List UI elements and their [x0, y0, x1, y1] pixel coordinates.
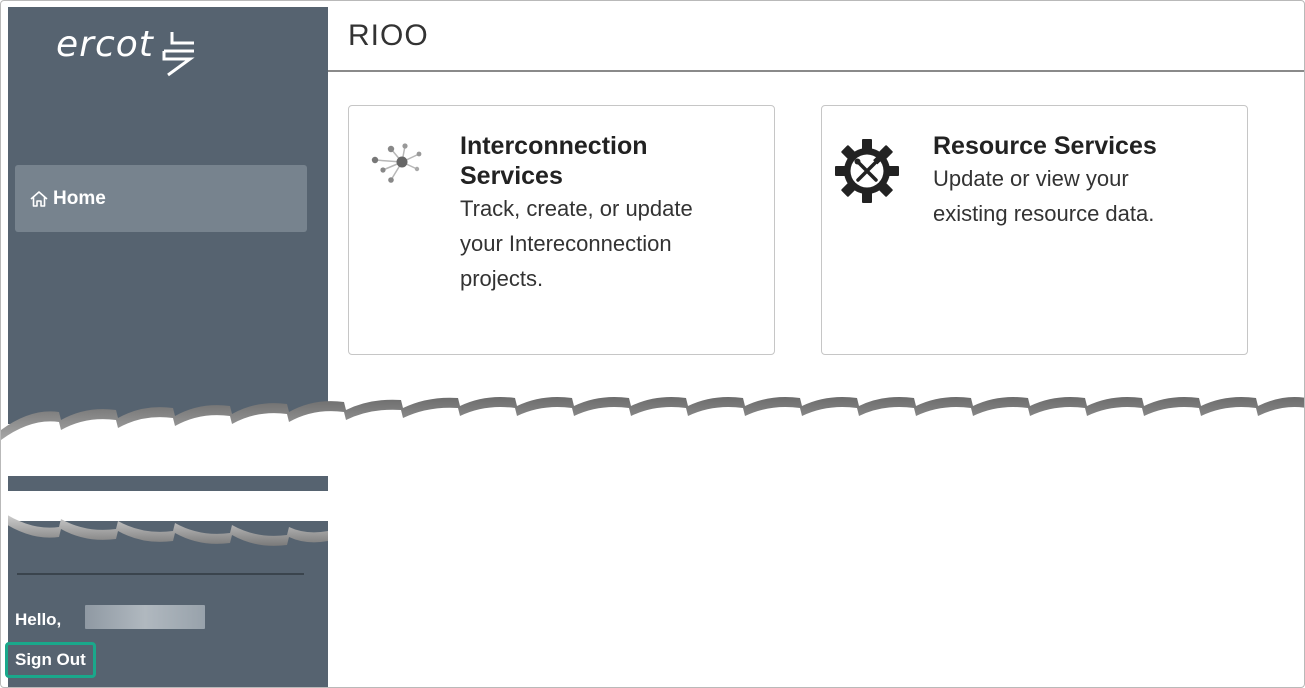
- sign-out-label: Sign Out: [15, 650, 86, 669]
- network-icon: [371, 143, 422, 183]
- card-description-line: existing resource data.: [933, 201, 1155, 226]
- card-title-line2: Services: [460, 162, 563, 190]
- sign-out-button[interactable]: Sign Out: [5, 642, 96, 678]
- page-title: RIOO: [348, 19, 429, 52]
- card-content: Resource Services Update or view your ex…: [933, 131, 1157, 231]
- ercot-logo: ercot: [56, 23, 198, 83]
- logo-text: ercot: [56, 24, 154, 65]
- lightning-logo-icon: [162, 32, 195, 77]
- header-divider: [328, 70, 1304, 72]
- torn-edge-upper: [1, 397, 1304, 476]
- card-description-line: Track, create, or update: [460, 196, 693, 221]
- redacted-username: [85, 605, 205, 629]
- interconnection-services-card[interactable]: Interconnection Services Track, create, …: [348, 105, 775, 355]
- greeting-text: Hello,: [15, 610, 62, 629]
- gear-tools-icon: [835, 139, 899, 203]
- sidebar: [8, 7, 328, 687]
- card-description-line: Update or view your: [933, 166, 1129, 191]
- torn-edge-lower: [1, 491, 328, 551]
- card-description-line: your Intereconnection: [460, 231, 672, 256]
- sidebar-divider: [17, 573, 304, 575]
- sidebar-item-home[interactable]: Home: [15, 165, 307, 232]
- resource-services-card[interactable]: Resource Services Update or view your ex…: [821, 105, 1248, 355]
- home-icon: [30, 190, 48, 207]
- home-label: Home: [53, 187, 106, 209]
- card-title: Resource Services: [933, 132, 1157, 160]
- app-window: ercot Home Hello, Sign Out RIOO Intercon…: [0, 0, 1305, 688]
- card-description-line: projects.: [460, 266, 544, 291]
- card-title-line1: Interconnection: [460, 132, 648, 160]
- card-content: Interconnection Services Track, create, …: [460, 131, 693, 296]
